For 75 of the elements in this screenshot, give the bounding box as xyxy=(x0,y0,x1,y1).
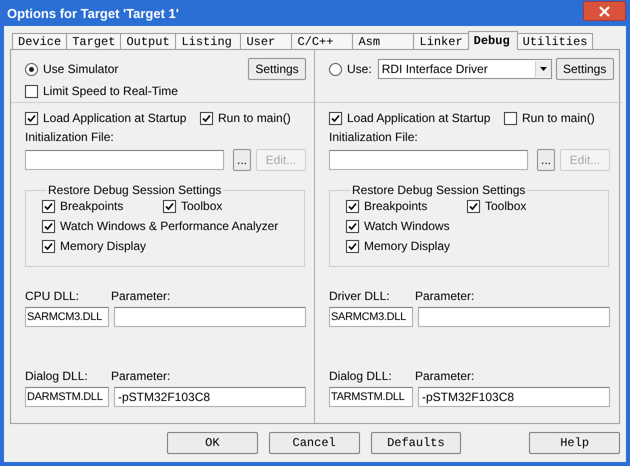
init-file-field[interactable] xyxy=(329,150,528,170)
radio-button[interactable] xyxy=(25,62,38,76)
dll-label: CPU DLL: xyxy=(25,289,80,303)
browse-button[interactable]: ... xyxy=(537,149,555,171)
checkbox[interactable] xyxy=(42,200,55,212)
checkbox[interactable] xyxy=(346,220,359,232)
parameter-field[interactable]: -pSTM32F103C8 xyxy=(114,387,306,407)
dialog-button[interactable]: Help xyxy=(529,432,620,454)
browse-button[interactable]: ... xyxy=(233,149,251,171)
radio-label: Use Simulator xyxy=(43,62,118,76)
dialog-button[interactable]: OK xyxy=(167,432,258,454)
checkbox-label: Run to main() xyxy=(522,111,595,125)
caret-icon xyxy=(540,67,547,71)
window-title: Options for Target 'Target 1' xyxy=(6,6,179,20)
checkbox[interactable] xyxy=(42,240,55,252)
field-label: Initialization File: xyxy=(329,130,419,144)
dll-field[interactable]: DARMSTM.DLL xyxy=(25,387,109,407)
dll-label: Dialog DLL: xyxy=(329,369,393,383)
close-button[interactable] xyxy=(583,1,626,21)
radio-button[interactable] xyxy=(329,62,342,76)
checkbox[interactable] xyxy=(504,112,517,124)
checkbox[interactable] xyxy=(25,112,38,124)
dll-field[interactable]: SARMCM3.DLL xyxy=(25,307,109,327)
checkbox[interactable] xyxy=(329,112,342,124)
parameter-field[interactable]: -pSTM32F103C8 xyxy=(418,387,610,407)
dll-field[interactable]: TARMSTM.DLL xyxy=(329,387,413,407)
tab[interactable]: User xyxy=(240,33,292,50)
checkbox-label: Limit Speed to Real-Time xyxy=(43,84,178,98)
checkbox-label: Watch Windows xyxy=(364,219,450,233)
dll-label: Dialog DLL: xyxy=(25,369,89,383)
tab[interactable]: C/C++ xyxy=(291,33,354,50)
tab[interactable]: Asm xyxy=(352,33,414,50)
checkbox[interactable] xyxy=(25,84,38,98)
radio-label: Use: xyxy=(347,62,372,76)
checkbox-label: Toolbox xyxy=(181,199,222,213)
tab[interactable]: Output xyxy=(120,33,176,50)
parameter-label: Parameter: xyxy=(111,289,170,303)
parameter-label: Parameter: xyxy=(415,369,474,383)
parameter-field[interactable] xyxy=(418,307,610,327)
dialog-button[interactable]: Cancel xyxy=(268,432,360,454)
checkbox-label: Load Application at Startup xyxy=(43,111,186,125)
group-title: Restore Debug Session Settings xyxy=(351,183,526,197)
checkbox[interactable] xyxy=(42,220,55,232)
dll-field[interactable]: SARMCM3.DLL xyxy=(329,307,413,327)
checkbox-label: Memory Display xyxy=(60,239,146,253)
close-icon xyxy=(599,6,610,16)
checkbox-label: Toolbox xyxy=(485,199,526,213)
checkbox[interactable] xyxy=(346,240,359,252)
checkbox-label: Breakpoints xyxy=(60,199,124,213)
group-title: Restore Debug Session Settings xyxy=(47,183,222,197)
checkbox-label: Run to main() xyxy=(218,111,291,125)
tab[interactable]: Utilities xyxy=(516,33,594,50)
tab[interactable]: Target xyxy=(66,33,122,50)
tab[interactable]: Linker xyxy=(413,33,469,50)
driver-dropdown[interactable]: RDI Interface Driver xyxy=(378,59,552,79)
dialog-button[interactable]: Defaults xyxy=(370,432,462,454)
tab[interactable]: Device xyxy=(12,33,68,50)
dll-label: Driver DLL: xyxy=(329,289,391,303)
checkbox[interactable] xyxy=(200,112,213,124)
checkbox-label: Load Application at Startup xyxy=(347,111,490,125)
checkbox[interactable] xyxy=(346,200,359,212)
checkbox-label: Memory Display xyxy=(364,239,450,253)
parameter-label: Parameter: xyxy=(111,369,170,383)
settings-button[interactable]: Settings xyxy=(556,58,614,80)
settings-button[interactable]: Settings xyxy=(248,58,306,80)
field-label: Initialization File: xyxy=(25,130,115,144)
tab[interactable]: Listing xyxy=(175,33,242,50)
tab[interactable]: Debug xyxy=(468,31,518,50)
checkbox[interactable] xyxy=(467,200,480,212)
checkbox[interactable] xyxy=(163,200,176,212)
init-file-field[interactable] xyxy=(25,150,224,170)
checkbox-label: Breakpoints xyxy=(364,199,428,213)
parameter-label: Parameter: xyxy=(415,289,474,303)
checkbox-label: Watch Windows & Performance Analyzer xyxy=(60,219,278,233)
parameter-field[interactable] xyxy=(114,307,306,327)
